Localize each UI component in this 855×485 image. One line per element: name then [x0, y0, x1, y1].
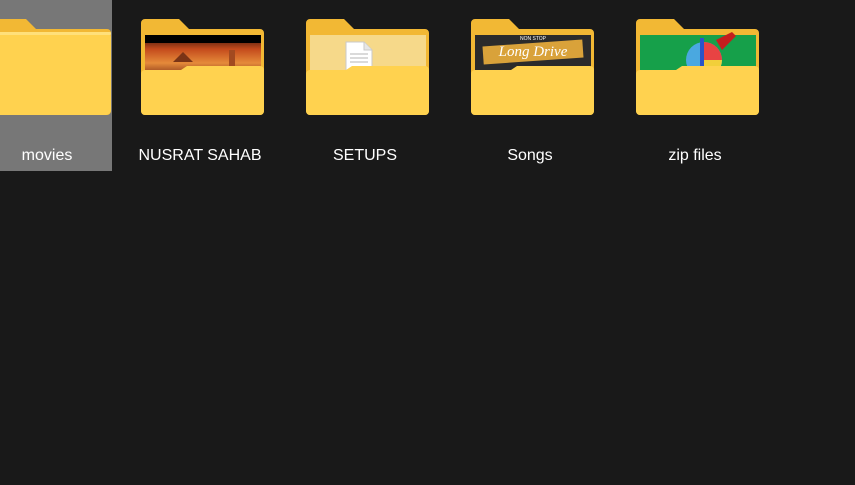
folder-label: SETUPS [332, 147, 397, 164]
folder-tile-songs[interactable]: NON STOP Long Drive Songs [465, 0, 595, 171]
folder-tile-setups[interactable]: SETUPS [300, 0, 430, 171]
folder-label: NUSRAT SAHAB [138, 147, 262, 164]
folder-icon [0, 19, 111, 115]
folder-tile-zip-files[interactable]: zip files [630, 0, 760, 171]
banner-title-text: Long Drive [498, 44, 568, 60]
folder-label: Songs [507, 147, 553, 164]
folder-tile-nusrat-sahab[interactable]: NUSRAT SAHAB [135, 0, 265, 171]
folder-image-icon: NON STOP Long Drive [471, 19, 594, 115]
file-explorer-view: movies NUSRAT SAHAB SETUPS NON STOP Long… [0, 0, 855, 485]
folder-archive-icon [636, 19, 759, 115]
folder-document-icon [306, 19, 429, 115]
folder-tile-movies[interactable]: movies [0, 0, 112, 171]
banner-small-text: NON STOP [520, 36, 547, 42]
folder-label: movies [21, 147, 73, 164]
folder-label: zip files [668, 147, 722, 164]
folder-image-icon [141, 19, 264, 115]
